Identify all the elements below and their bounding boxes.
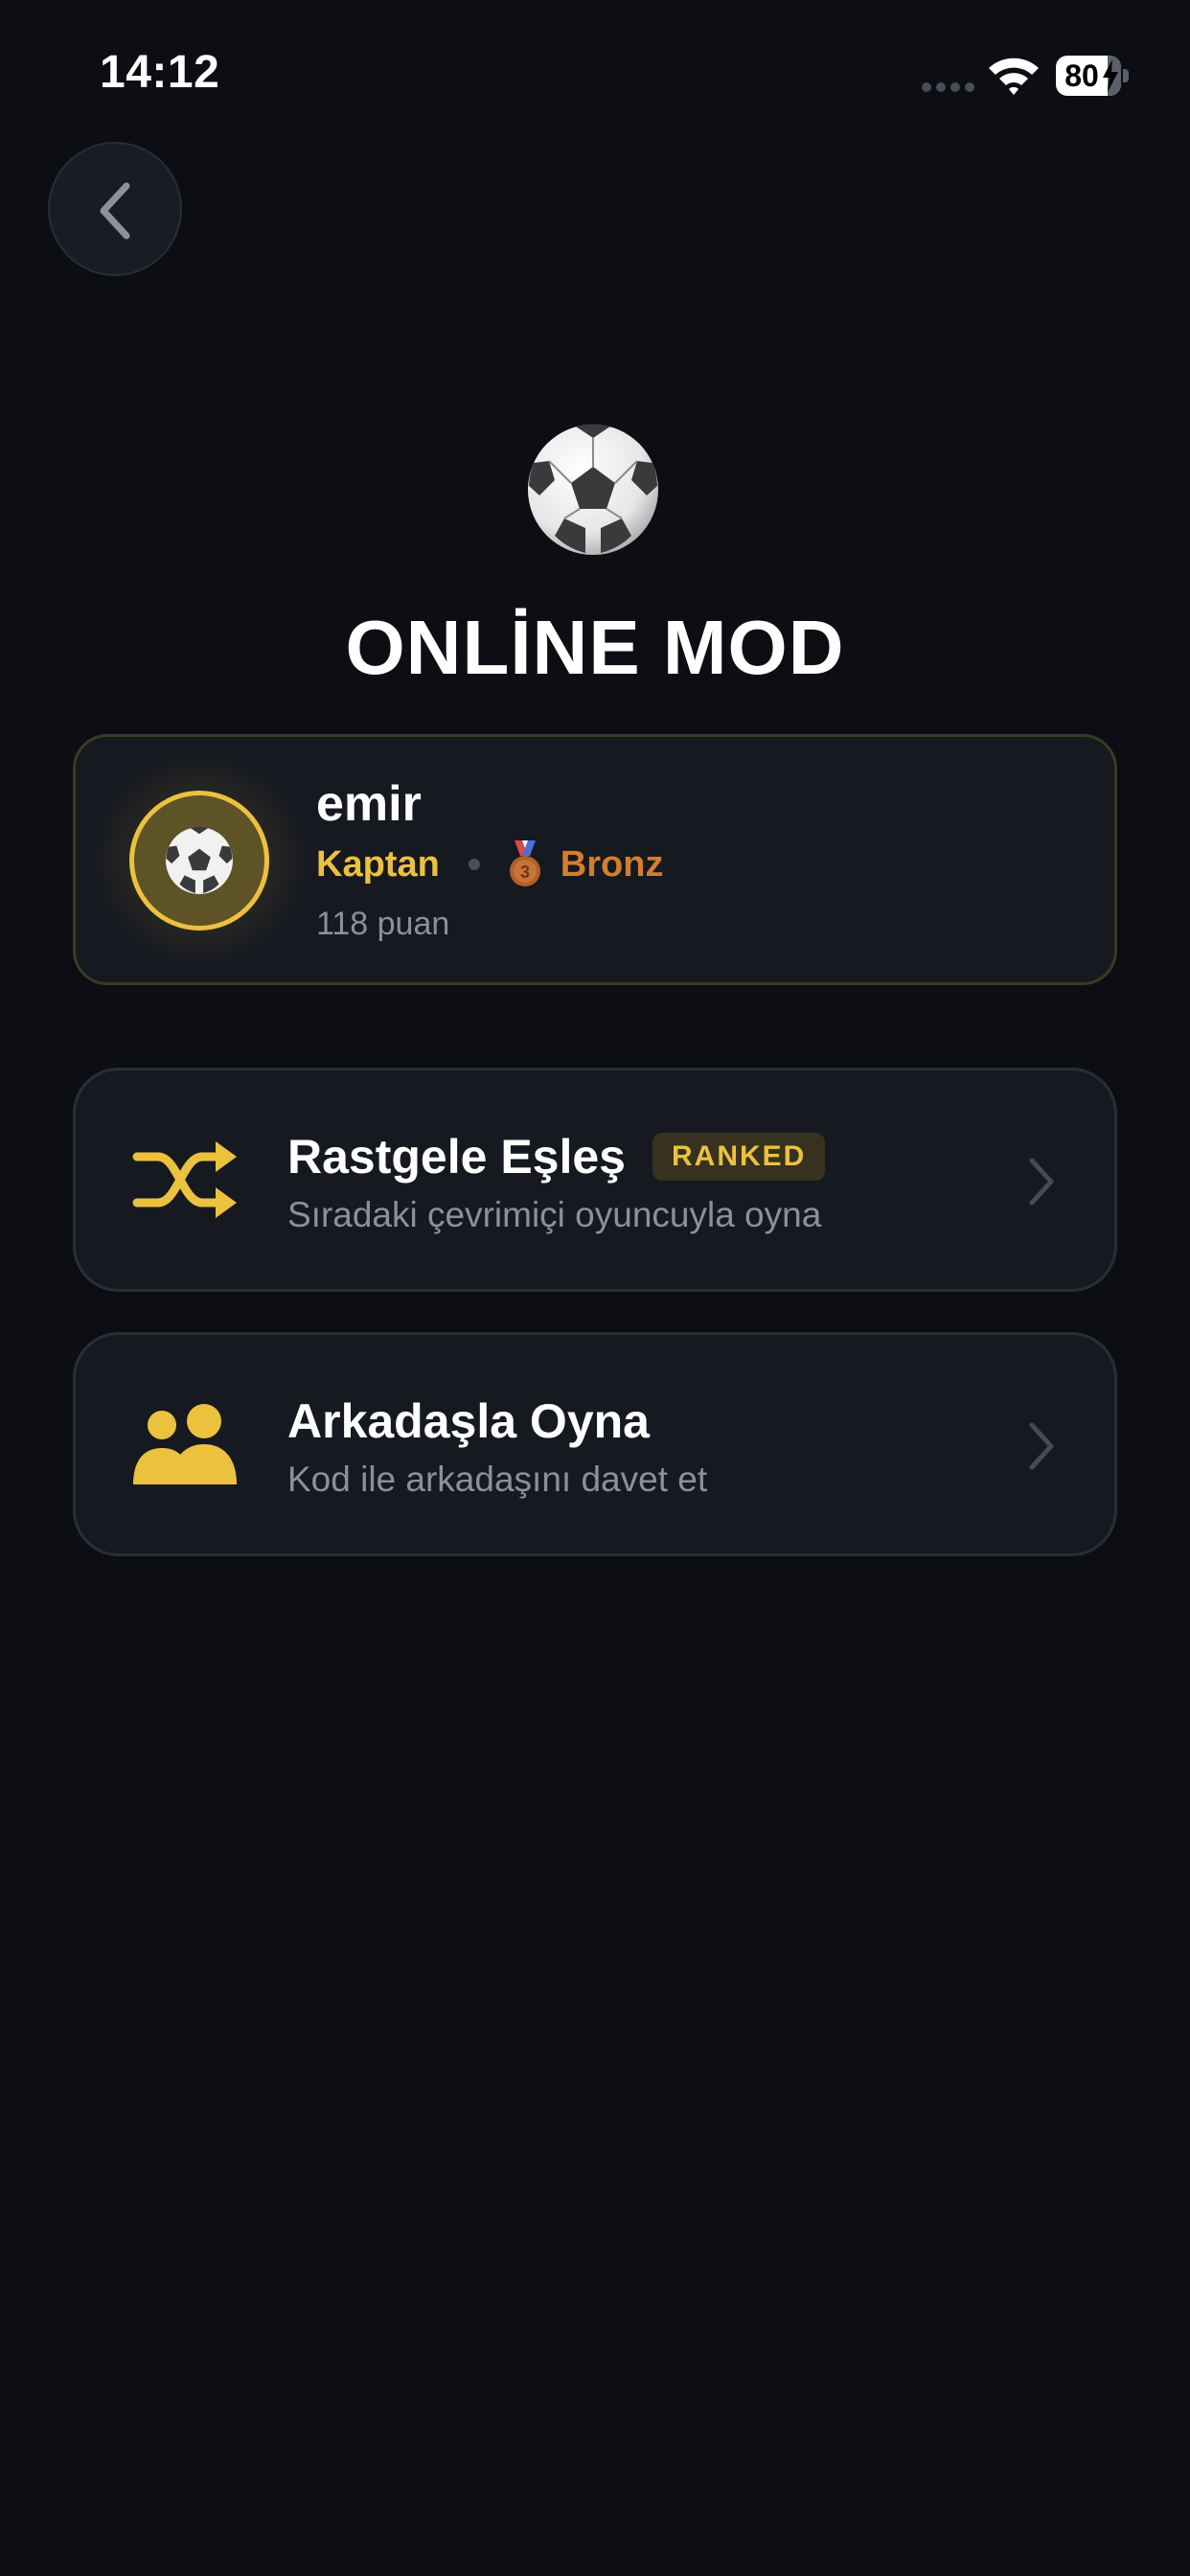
chevron-right-icon	[1029, 1422, 1054, 1470]
profile-rank: Bronz	[560, 843, 664, 885]
menu-title: Rastgele Eşleş	[287, 1130, 626, 1184]
profile-meta: Kaptan 3 Bronz	[316, 840, 663, 888]
battery-level: 80	[1064, 58, 1099, 93]
battery-charging-icon: 80	[1056, 56, 1129, 96]
wifi-icon	[989, 58, 1039, 95]
cellular-signal-icon	[922, 82, 975, 92]
menu-subtitle: Sıradaki çevrimiçi oyuncuyla oyna	[287, 1195, 822, 1234]
status-time: 14:12	[100, 47, 220, 98]
back-button[interactable]	[48, 142, 182, 276]
soccer-ball-icon	[528, 424, 658, 555]
random-match-button[interactable]: Rastgele Eşleş RANKED Sıradaki çevrimiçi…	[73, 1068, 1117, 1292]
page-title: ONLİNE MOD	[345, 605, 845, 690]
menu-title: Arkadaşla Oyna	[287, 1394, 650, 1448]
users-icon	[133, 1404, 237, 1484]
menu-subtitle: Kod ile arkadaşını davet et	[287, 1460, 708, 1499]
profile-name: emir	[316, 776, 422, 832]
profile-card: emir Kaptan 3 Bronz 118 puan	[73, 734, 1117, 985]
avatar	[129, 791, 269, 931]
shuffle-icon	[132, 1141, 237, 1218]
chevron-right-icon	[1029, 1158, 1054, 1206]
svg-text:3: 3	[520, 862, 530, 882]
separator-dot	[468, 859, 480, 870]
third-place-medal-icon: 3	[509, 840, 540, 886]
soccer-ball-icon	[166, 826, 233, 894]
charging-bolt-icon	[1103, 59, 1118, 92]
profile-points: 118 puan	[316, 906, 450, 942]
play-with-friend-button[interactable]: Arkadaşla Oyna Kod ile arkadaşını davet …	[73, 1332, 1117, 1556]
profile-role: Kaptan	[316, 843, 440, 885]
ranked-badge: RANKED	[652, 1133, 826, 1181]
status-bar: 14:12 80	[0, 0, 1190, 144]
chevron-left-icon	[100, 182, 130, 240]
